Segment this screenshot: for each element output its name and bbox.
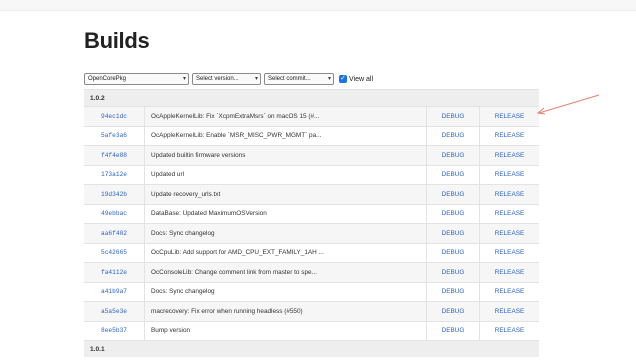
debug-build-link[interactable]: DEBUG [426,242,480,263]
commit-message: OcConsoleLib: Change comment link from m… [144,262,427,282]
release-build-link[interactable]: RELEASE [479,262,539,282]
annotation-arrow-icon [536,94,600,115]
release-build-link[interactable]: RELEASE [479,320,539,341]
chevron-down-icon: ▾ [327,76,331,82]
commit-message: Bump version [144,320,427,341]
commit-hash-link[interactable]: 19d342b [84,184,145,204]
commit-message: Updated url [144,164,427,185]
release-build-link[interactable]: RELEASE [479,223,539,243]
debug-build-link[interactable]: DEBUG [426,262,480,282]
release-build-link[interactable]: RELEASE [479,145,539,165]
debug-build-link[interactable]: DEBUG [426,184,480,204]
commit-message: Docs: Sync changelog [144,223,427,243]
commit-hash-link[interactable]: 5afe3a6 [84,125,145,146]
commit-message: OcAppleKernelLib: Enable `MSR_MISC_PWR_M… [144,125,427,146]
version-header-row: 1.0.1 [84,340,539,357]
table-row: 94ec1dc OcAppleKernelLib: Fix `XcpmExtraM… [84,106,539,126]
debug-build-link[interactable]: DEBUG [426,320,480,341]
commit-hash-link[interactable]: 94ec1dc [84,106,145,126]
table-row: 49ebbac DataBase: Updated MaximumOSVersio… [84,203,539,224]
table-row: 19d342b Update recovery_urls.txt DEBUG RELE… [84,184,539,204]
commit-hash-link[interactable]: 49ebbac [84,203,145,224]
commit-message: DataBase: Updated MaximumOSVersion [144,203,427,224]
chevron-down-icon: ▾ [182,76,186,82]
commit-select-value: Select commit... [268,76,311,82]
debug-build-link[interactable]: DEBUG [426,281,480,302]
commit-hash-link[interactable]: 173a12e [84,164,145,185]
view-all-toggle[interactable]: ✓ View all [339,75,373,83]
top-bar [0,0,636,11]
table-row: 5c42665 OcCpuLib: Add support for AMD_CPU… [84,242,539,263]
commit-message: macrecovery: Fix error when running head… [144,301,427,321]
release-build-link[interactable]: RELEASE [479,106,539,126]
table-row: aa6f402 Docs: Sync changelog DEBUG RELEASE [84,223,539,243]
table-row: f4f4e88 Updated builtin firmware versions… [84,145,539,165]
debug-build-link[interactable]: DEBUG [426,301,480,321]
repo-select[interactable]: OpenCorePkg ▾ [84,73,189,85]
version-select[interactable]: Select version... ▾ [192,73,261,85]
page-title: Builds [84,28,150,53]
release-build-link[interactable]: RELEASE [479,164,539,185]
commit-hash-link[interactable]: aa6f402 [84,223,145,243]
version-label: 1.0.1 [84,340,539,357]
commit-hash-link[interactable]: a41b9a7 [84,281,145,302]
repo-select-value: OpenCorePkg [88,76,127,82]
table-row: 5afe3a6 OcAppleKernelLib: Enable `MSR_MIS… [84,125,539,146]
debug-build-link[interactable]: DEBUG [426,223,480,243]
release-build-link[interactable]: RELEASE [479,301,539,321]
commit-hash-link[interactable]: fa4112e [84,262,145,282]
commit-hash-link[interactable]: a5a5e3e [84,301,145,321]
release-build-link[interactable]: RELEASE [479,203,539,224]
commit-hash-link[interactable]: 8ee5b37 [84,320,145,341]
commit-hash-link[interactable]: f4f4e88 [84,145,145,165]
debug-build-link[interactable]: DEBUG [426,145,480,165]
debug-build-link[interactable]: DEBUG [426,125,480,146]
release-build-link[interactable]: RELEASE [479,242,539,263]
version-header-row: 1.0.2 [84,89,539,107]
table-row: 8ee5b37 Bump version DEBUG RELEASE [84,320,539,341]
table-row: a5a5e3e macrecovery: Fix error when runni… [84,301,539,321]
filter-bar: OpenCorePkg ▾ Select version... ▾ Select… [84,73,373,85]
builds-table: 1.0.2 94ec1dc OcAppleKernelLib: Fix `XcpmE… [84,89,539,357]
debug-build-link[interactable]: DEBUG [426,106,480,126]
release-build-link[interactable]: RELEASE [479,184,539,204]
view-all-checkbox[interactable]: ✓ [339,75,347,83]
commit-message: OcAppleKernelLib: Fix `XcpmExtraMsrs` on… [144,106,427,126]
debug-build-link[interactable]: DEBUG [426,203,480,224]
release-build-link[interactable]: RELEASE [479,281,539,302]
commit-message: Update recovery_urls.txt [144,184,427,204]
builds-page: Builds OpenCorePkg ▾ Select version... ▾… [0,0,636,360]
table-row: 173a12e Updated url DEBUG RELEASE [84,164,539,185]
commit-hash-link[interactable]: 5c42665 [84,242,145,263]
version-select-value: Select version... [196,76,239,82]
table-row: fa4112e OcConsoleLib: Change comment link… [84,262,539,282]
version-label: 1.0.2 [84,89,539,107]
commit-message: OcCpuLib: Add support for AMD_CPU_EXT_FA… [144,242,427,263]
view-all-label: View all [349,75,373,83]
table-row: a41b9a7 Docs: Sync changelog DEBUG RELEASE [84,281,539,302]
commit-message: Docs: Sync changelog [144,281,427,302]
release-build-link[interactable]: RELEASE [479,125,539,146]
debug-build-link[interactable]: DEBUG [426,164,480,185]
commit-select[interactable]: Select commit... ▾ [264,73,334,85]
commit-message: Updated builtin firmware versions [144,145,427,165]
chevron-down-icon: ▾ [254,76,258,82]
